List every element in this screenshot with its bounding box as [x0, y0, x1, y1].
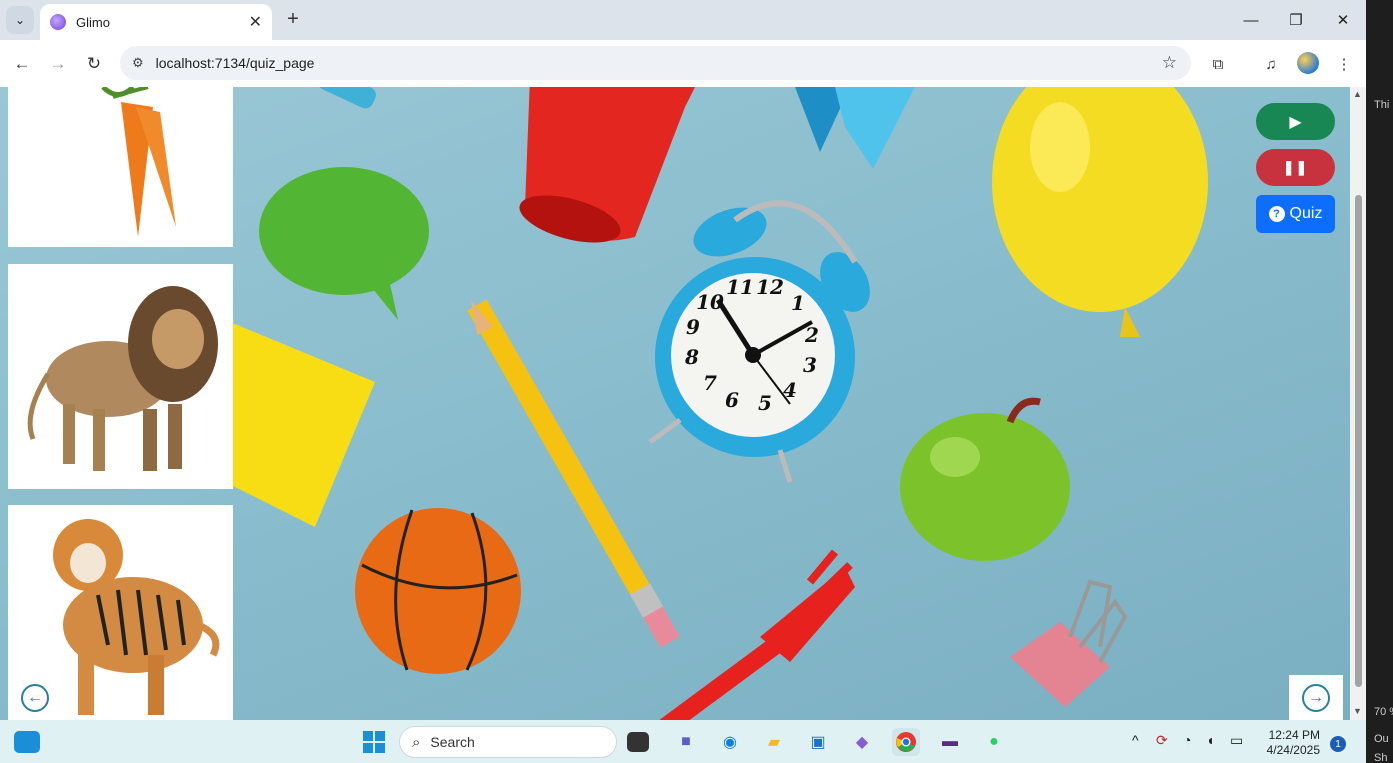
- blue-marker-decoration: [317, 87, 376, 109]
- arrow-left-circle-icon: ←: [21, 683, 49, 712]
- blue-paper-decoration: [795, 87, 915, 169]
- quiz-page-background: 12 1 2 3 4 5 6 7 8 9 10 11 ▶ ❚❚ ? Quiz ←…: [0, 87, 1350, 720]
- clock-number-12: 12: [756, 275, 784, 299]
- windows-taskbar: ⌕ Search ■ ◉ ▰ ▣ ◆ ▬ ● ^ ⟳ ◔ ◖ ▭ 12:24 P…: [0, 720, 1366, 763]
- wifi-icon[interactable]: ◔: [1183, 732, 1191, 748]
- scroll-up-arrow-icon[interactable]: ▲: [1353, 89, 1362, 99]
- green-apple-decoration: [900, 397, 1070, 561]
- next-arrow-button[interactable]: →: [1289, 675, 1343, 720]
- microsoft-store-icon[interactable]: ▣: [804, 728, 832, 756]
- reload-button[interactable]: ↻: [80, 50, 108, 78]
- extensions-icon[interactable]: ⧉: [1206, 52, 1230, 76]
- clock-number-3: 3: [803, 353, 817, 377]
- clock-number-6: 6: [725, 388, 739, 412]
- chrome-menu-icon[interactable]: ⋮: [1332, 52, 1356, 76]
- search-icon: ⌕: [412, 733, 421, 751]
- previous-arrow-button[interactable]: ←: [8, 675, 62, 720]
- terminal-app-icon[interactable]: ▬: [936, 728, 964, 756]
- task-view-icon[interactable]: [627, 732, 649, 752]
- play-button[interactable]: ▶: [1256, 103, 1335, 140]
- back-button[interactable]: ←: [8, 50, 36, 78]
- window-close-button[interactable]: ✕: [1320, 6, 1366, 34]
- visual-studio-icon[interactable]: ◆: [848, 728, 876, 756]
- minimize-button[interactable]: —: [1228, 6, 1274, 34]
- quiz-label: Quiz: [1289, 205, 1323, 222]
- address-bar[interactable]: ⚙ localhost:7134/quiz_page ☆: [120, 46, 1191, 80]
- clock-number-5: 5: [758, 391, 772, 415]
- image-card-carrot[interactable]: [8, 87, 233, 247]
- profile-avatar[interactable]: [1297, 52, 1319, 74]
- pause-icon: ❚❚: [1282, 159, 1309, 175]
- red-fork-decoration: [660, 549, 855, 720]
- bg-window-text-4: Sh: [1374, 752, 1388, 763]
- glimo-favicon-icon: [50, 14, 66, 30]
- bg-window-text-3: Ou: [1374, 733, 1389, 745]
- notification-badge[interactable]: 1: [1330, 736, 1346, 752]
- tab-close-icon[interactable]: ✕: [249, 12, 262, 32]
- browser-toolbar: ← → ↻ ⚙ localhost:7134/quiz_page ☆ ⧉ ♫ ⋮: [0, 40, 1366, 87]
- play-icon: ▶: [1289, 113, 1302, 131]
- chevron-down-icon: ⌄: [14, 13, 26, 27]
- clock-date: 4/24/2025: [1266, 743, 1320, 757]
- alarm-clock-decoration: 12 1 2 3 4 5 6 7 8 9 10 11: [648, 200, 870, 483]
- image-card-lion[interactable]: [8, 264, 233, 489]
- file-explorer-icon[interactable]: ▰: [760, 728, 788, 756]
- clock-time: 12:24 PM: [1268, 728, 1320, 742]
- chrome-icon[interactable]: [892, 728, 920, 756]
- battery-icon[interactable]: ▭: [1230, 732, 1243, 749]
- sync-icon[interactable]: ⟳: [1156, 732, 1168, 749]
- tab-title: Glimo: [76, 14, 110, 30]
- clock-number-7: 7: [703, 371, 717, 395]
- edge-icon[interactable]: ◉: [716, 728, 744, 756]
- green-speech-bubble-decoration: [259, 167, 429, 320]
- bookmark-star-icon[interactable]: ☆: [1162, 53, 1177, 73]
- browser-tab-strip: ⌄ Glimo ✕ + — ❐ ✕: [0, 0, 1366, 40]
- clock-number-9: 9: [686, 315, 700, 339]
- arrow-right-circle-icon: →: [1302, 683, 1330, 712]
- background-window-strip: Thi 70 % Ou Sh: [1366, 0, 1393, 763]
- tab-search-button[interactable]: ⌄: [6, 6, 34, 34]
- scrollbar-thumb[interactable]: [1355, 195, 1362, 687]
- widgets-icon[interactable]: [14, 731, 40, 753]
- clock-number-8: 8: [684, 345, 699, 369]
- whatsapp-icon[interactable]: ●: [980, 728, 1008, 756]
- page-scrollbar[interactable]: ▲ ▼: [1350, 87, 1366, 720]
- screen: ⌄ Glimo ✕ + — ❐ ✕ ← → ↻ ⚙ localhost:7134…: [0, 0, 1393, 763]
- forward-button[interactable]: →: [44, 50, 72, 78]
- media-control-icon[interactable]: ♫: [1259, 52, 1283, 76]
- clock-number-1: 1: [791, 291, 805, 315]
- basketball-decoration: [355, 508, 521, 674]
- clock-number-11: 11: [726, 275, 754, 299]
- maximize-button[interactable]: ❐: [1273, 6, 1319, 34]
- url-text[interactable]: localhost:7134/quiz_page: [156, 55, 315, 71]
- taskbar-search-box[interactable]: ⌕ Search: [399, 726, 617, 758]
- site-info-icon[interactable]: ⚙: [132, 55, 144, 71]
- bg-window-text-1: Thi: [1374, 99, 1390, 111]
- volume-icon[interactable]: ◖: [1206, 732, 1214, 748]
- new-tab-button[interactable]: +: [282, 8, 304, 30]
- lion-image: [27, 286, 218, 471]
- search-placeholder: Search: [430, 734, 475, 750]
- taskbar-clock[interactable]: 12:24 PM 4/24/2025: [1262, 728, 1320, 758]
- browser-tab-glimo[interactable]: Glimo ✕: [40, 4, 272, 40]
- scroll-down-arrow-icon[interactable]: ▼: [1353, 706, 1362, 716]
- binder-clip-decoration: [1010, 579, 1128, 707]
- question-circle-icon: ?: [1268, 206, 1285, 222]
- quiz-button[interactable]: ? Quiz: [1256, 195, 1335, 233]
- carrot-image: [101, 87, 176, 237]
- show-hidden-icons-chevron-icon[interactable]: ^: [1132, 732, 1139, 748]
- windows-start-icon[interactable]: [360, 728, 388, 756]
- pause-button[interactable]: ❚❚: [1256, 149, 1335, 186]
- teams-icon[interactable]: ■: [672, 728, 700, 756]
- bg-window-text-2: 70 %: [1374, 706, 1393, 718]
- yellow-balloon-decoration: [992, 87, 1208, 337]
